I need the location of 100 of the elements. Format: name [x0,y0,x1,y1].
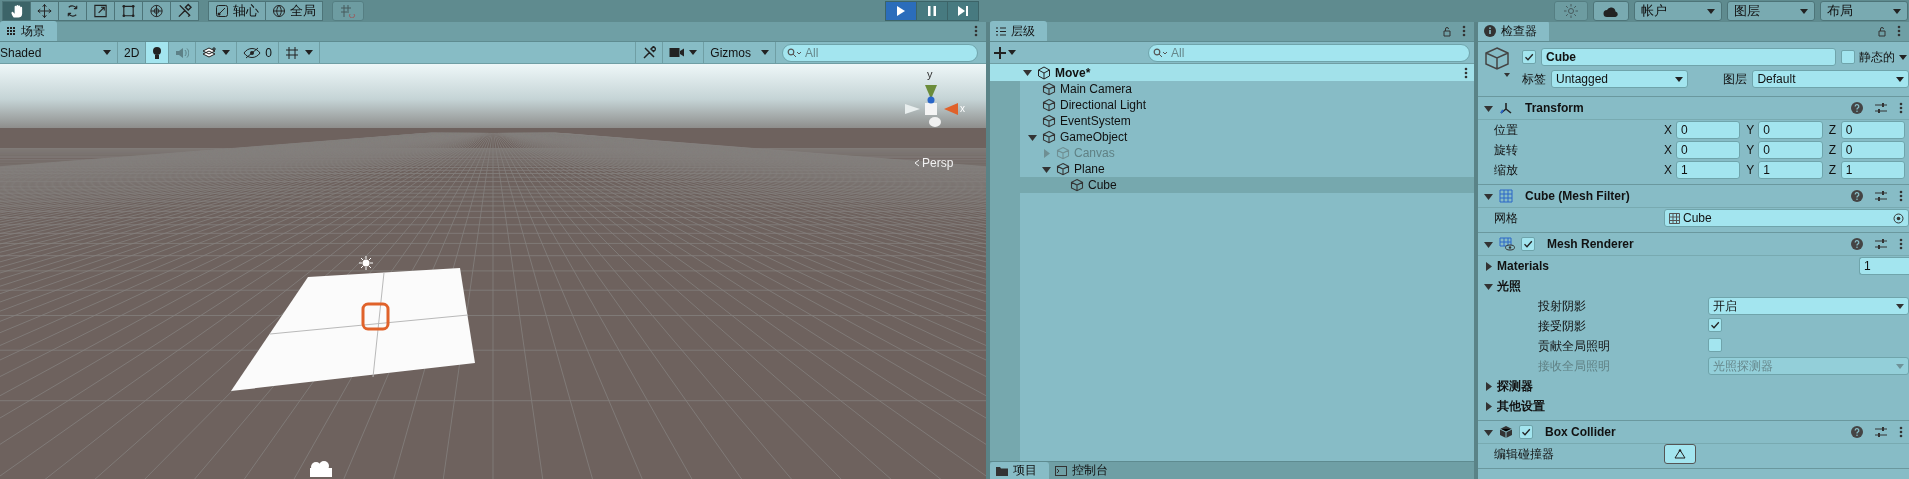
property-label: 贡献全局照明 [1538,337,1611,355]
tools-icon [642,45,657,60]
tool-button[interactable] [2,1,31,21]
number-field[interactable]: 0 [1840,141,1905,159]
hierarchy-item[interactable]: Directional Light [990,97,1474,113]
tag-label: 标签 [1522,70,1546,88]
dropdown[interactable]: 开启 [1708,297,1909,315]
more-options-icon [1899,102,1903,114]
checkbox[interactable] [1519,425,1533,439]
checkbox[interactable] [1521,237,1535,251]
axis-label: Y [1746,163,1756,177]
layer-label: 图层 [1723,70,1748,88]
number-field[interactable]: 0 [1840,121,1905,139]
checkbox[interactable] [1841,50,1855,64]
more-options-icon [974,25,978,37]
axis-label: Z [1828,143,1837,157]
gameobject-icon [1042,82,1056,96]
tool-button[interactable] [114,1,143,21]
tool-button[interactable] [170,1,199,21]
tool-button[interactable] [58,1,87,21]
number-field[interactable]: 0 [1758,141,1823,159]
sun-icon [1564,4,1578,18]
inspector-tab[interactable]: 检查器 [1478,22,1549,41]
hierarchy-tab[interactable]: 层级 [990,21,1047,41]
axis-label: Z [1828,123,1837,137]
layer-dropdown[interactable]: Default [1752,70,1909,88]
foldout-label[interactable]: Materials [1497,259,1550,273]
tool-button[interactable] [30,1,59,21]
number-field[interactable]: 0 [1758,121,1823,139]
caret-icon [761,50,769,55]
number-field[interactable]: 0 [1676,121,1741,139]
more-options-icon [1464,66,1468,79]
shading-dropdown[interactable]: Shaded [0,42,118,63]
number-field[interactable]: 1 [1840,161,1905,179]
hierarchy-item[interactable]: GameObject [990,129,1474,145]
foldout-label[interactable]: 探测器 [1497,377,1533,395]
global-button[interactable]: 全局 [265,1,323,21]
number-field[interactable]: 1 [1758,161,1823,179]
number-field[interactable]: 1 [1859,257,1909,275]
edit-collider-button[interactable] [1664,444,1696,464]
object-name-field[interactable]: Cube [1541,48,1836,66]
caret-icon [1896,303,1904,309]
tools-button[interactable] [635,42,664,63]
caret-icon [1896,76,1904,82]
property-label: 编辑碰撞器 [1494,445,1555,463]
pause-button[interactable] [916,1,948,21]
preset-sliders-icon [1875,238,1887,250]
unity-scene-icon [1037,65,1051,80]
checkbox[interactable] [1708,337,1722,352]
property-label: 位置 [1494,121,1519,139]
transform-axes-icon [1499,102,1513,114]
menu-dropdown[interactable]: 布局 [1820,1,1908,21]
object-field[interactable]: Cube [1664,209,1909,227]
foldout-arrow-icon [1484,103,1493,113]
caret-icon [1008,50,1016,55]
tool-button[interactable] [86,1,115,21]
component-header[interactable]: Mesh Renderer [1478,233,1909,256]
lighting-toggle[interactable] [146,42,170,63]
tool-button[interactable] [142,1,171,21]
tag-dropdown[interactable]: Untagged [1551,70,1689,88]
scene-row[interactable]: Move* [990,64,1474,81]
foldout-label[interactable]: 其他设置 [1497,397,1545,415]
caret-icon [689,50,698,55]
light-bulb-icon [152,45,163,60]
menu-dropdown[interactable]: 图层 [1727,1,1815,21]
hierarchy-item[interactable]: Main Camera [990,81,1474,97]
preset-sliders-icon [1875,190,1887,202]
property-label: 接收全局照明 [1538,357,1611,375]
number-field[interactable]: 0 [1676,141,1741,159]
cloud-icon [1603,5,1619,17]
caret-icon [1707,8,1715,14]
cloud-button[interactable] [1593,1,1629,21]
caret-icon [1896,363,1904,369]
pivot-button[interactable]: 轴心 [208,1,266,21]
checkbox[interactable] [1708,318,1722,332]
hierarchy-item[interactable]: EventSystem [990,113,1474,129]
number-field[interactable]: 1 [1676,161,1741,179]
checkbox[interactable] [1522,50,1536,64]
scene-tab[interactable]: 场景 [0,21,57,41]
hierarchy-item[interactable]: Plane [990,161,1474,177]
caret-icon [1800,8,1808,14]
gameobject-icon [1056,146,1070,160]
hidden-toggle[interactable]: 0 [237,42,280,63]
step-button[interactable] [947,1,979,21]
projection-label[interactable]: Persp [914,156,954,170]
foldout-label[interactable]: 光照 [1497,277,1521,295]
menu-dropdown[interactable]: 帐户 [1634,1,1722,21]
add-button[interactable] [994,46,1016,59]
component-header[interactable]: Cube (Mesh Filter) [1478,185,1909,208]
gizmos-dropdown[interactable]: Gizmos [704,42,776,63]
list-icon [996,26,1006,36]
panel-tab[interactable]: 项目 [990,462,1049,479]
light-gizmo-icon [358,255,374,271]
component-header[interactable]: Box Collider [1478,421,1909,444]
play-button[interactable] [885,1,917,21]
axis-label: Y [1746,143,1756,157]
component-header[interactable]: Transform [1478,97,1909,120]
caret-icon [222,50,231,55]
mesh-grid-icon [1669,212,1680,224]
hand-icon [9,3,24,19]
